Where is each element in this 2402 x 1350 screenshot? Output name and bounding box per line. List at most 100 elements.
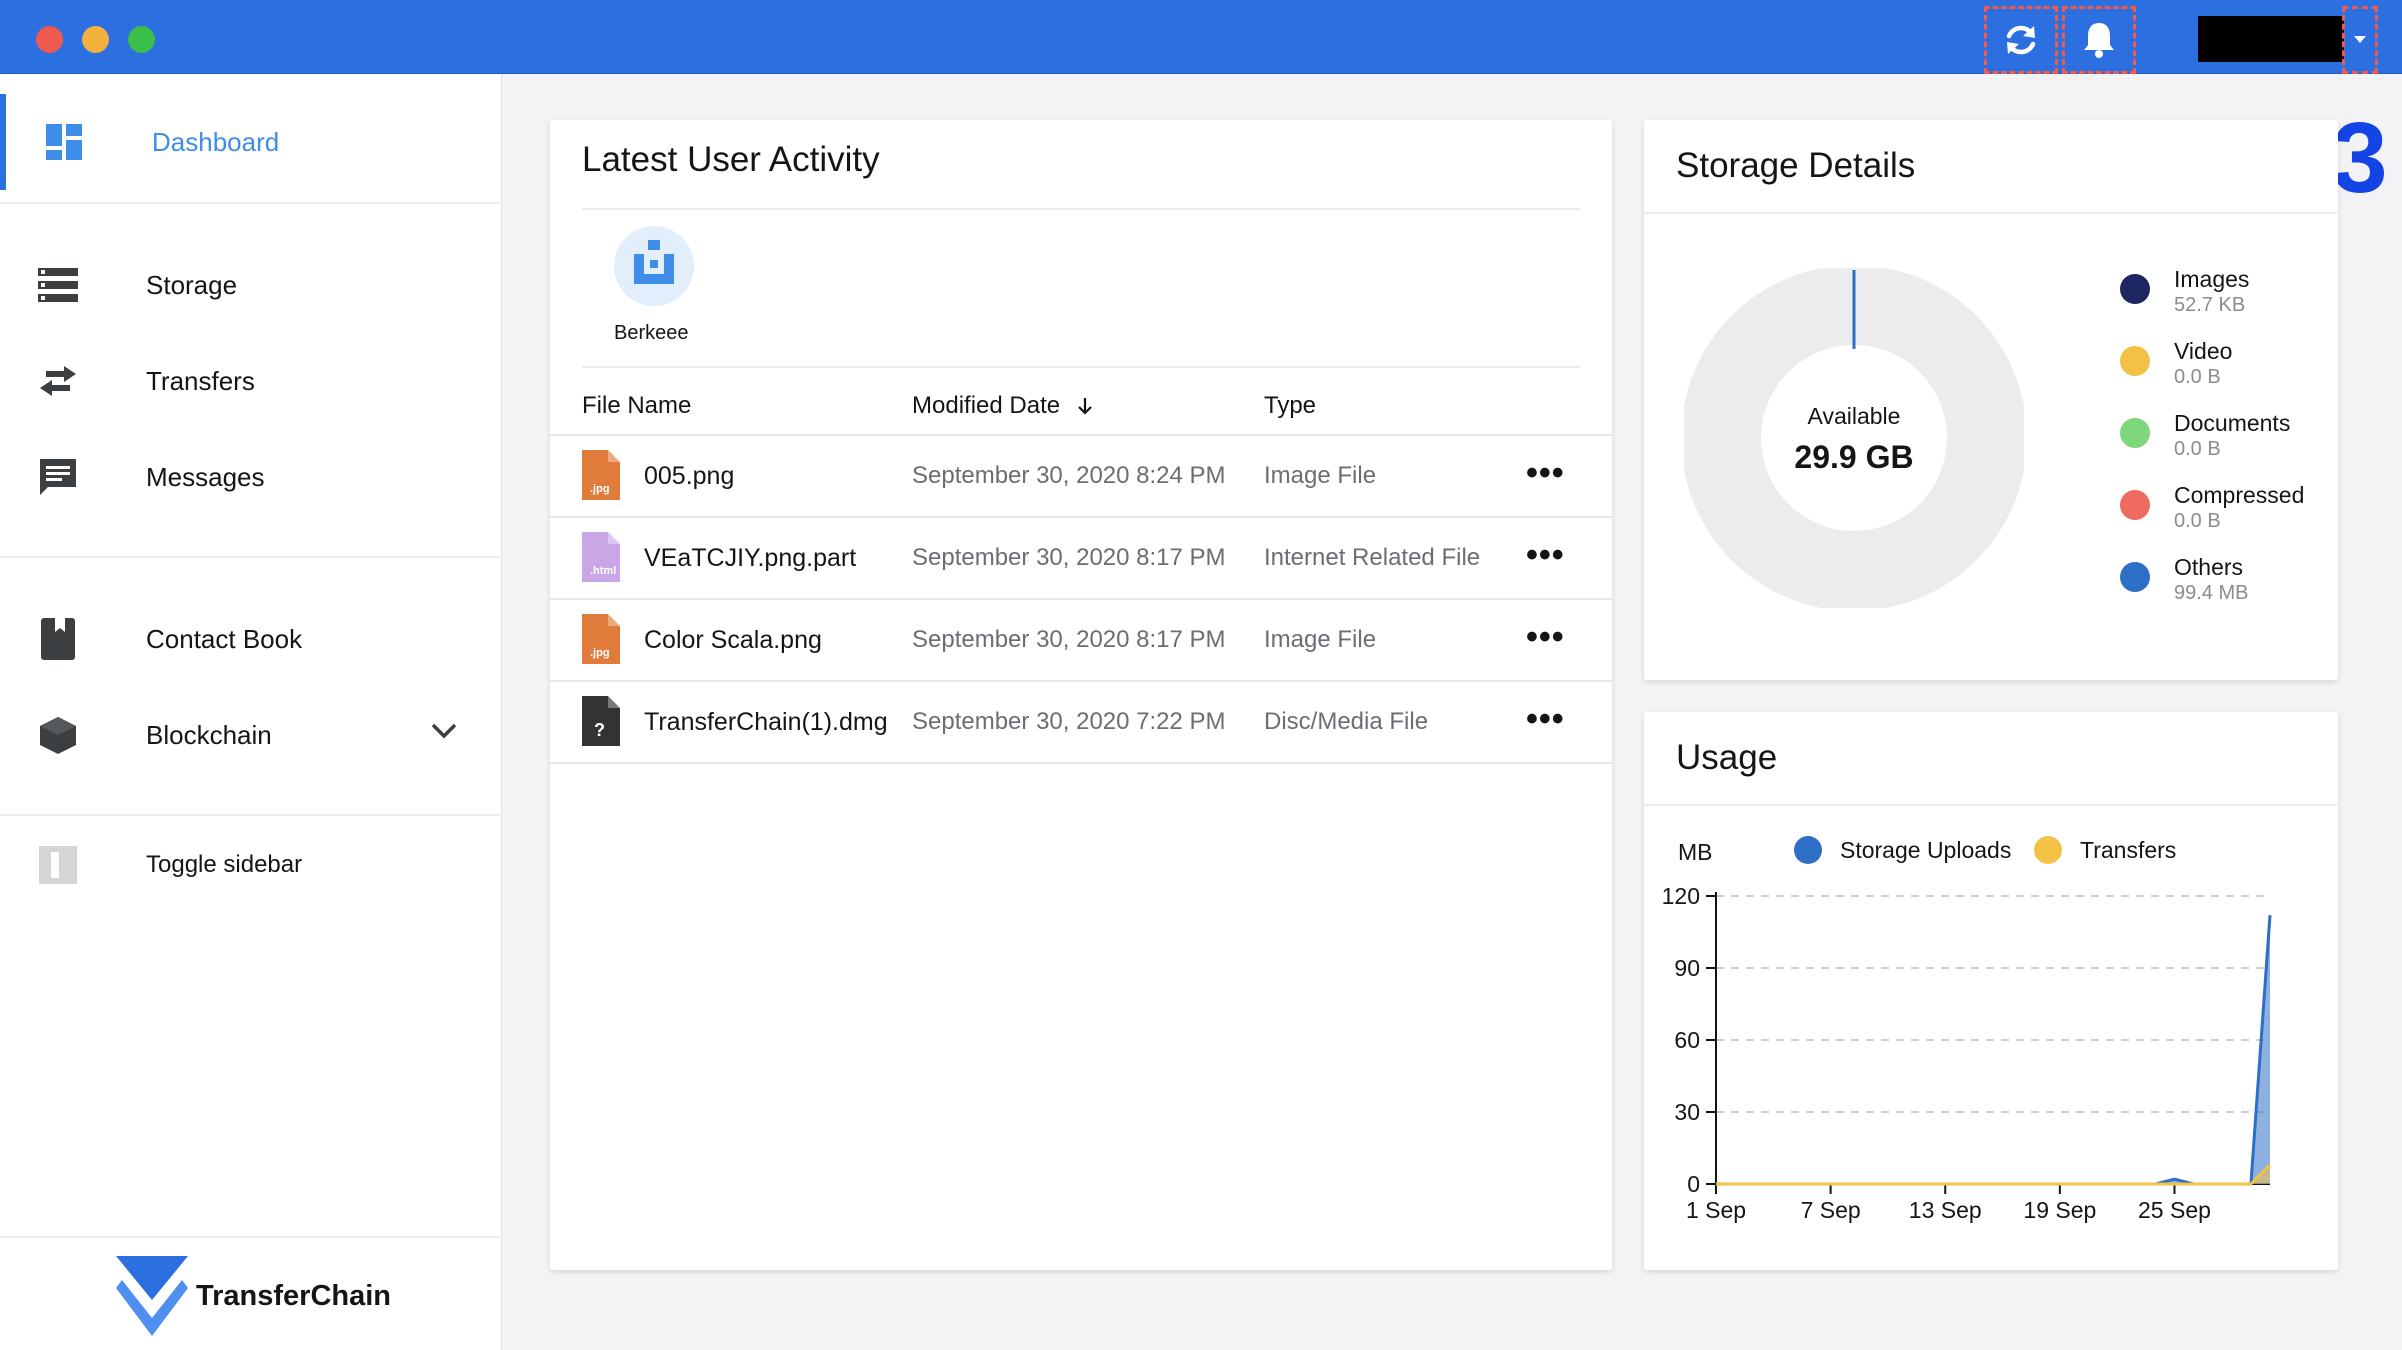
chevron-down-icon[interactable]: [430, 722, 458, 745]
legend-series-name: Storage Uploads: [1840, 837, 2011, 863]
y-axis-label: MB: [1678, 839, 1713, 865]
legend-value: 99.4 MB: [2174, 582, 2249, 604]
file-icon: ?: [582, 696, 620, 746]
brand-logo: TransferChain: [114, 1254, 391, 1338]
blockchain-icon: [36, 713, 80, 757]
sidebar-item-blockchain[interactable]: Blockchain: [0, 690, 500, 780]
legend-dot: [2120, 418, 2150, 448]
title-bar: [0, 0, 2402, 74]
sidebar-item-label: Messages: [146, 461, 265, 492]
divider: [0, 1236, 500, 1238]
column-header-file-name[interactable]: File Name: [582, 392, 691, 420]
divider: [1644, 804, 2338, 806]
avatar[interactable]: [614, 226, 694, 306]
x-tick-label: 7 Sep: [1801, 1197, 1861, 1223]
user-menu-dropdown[interactable]: [2342, 6, 2378, 74]
file-type: Image File: [1264, 626, 1377, 653]
sidebar: Dashboard Storage Transfers Messages Con…: [0, 74, 502, 1350]
x-tick-label: 1 Sep: [1686, 1197, 1746, 1223]
arrow-down-icon: [1077, 398, 1092, 415]
sidebar-item-contact-book[interactable]: Contact Book: [0, 594, 500, 684]
table-row[interactable]: .jpg Color Scala.png September 30, 2020 8:…: [550, 600, 1612, 682]
user-name-redacted[interactable]: [2198, 16, 2344, 62]
toggle-sidebar-icon: [36, 843, 80, 887]
sidebar-item-label: Storage: [146, 269, 238, 300]
maximize-window-button[interactable]: [128, 26, 155, 53]
more-options-button[interactable]: •••: [1526, 536, 1565, 575]
series-area: [1716, 915, 2270, 1184]
messages-icon: [36, 455, 80, 499]
sidebar-item-label: Blockchain: [146, 719, 272, 750]
x-tick-label: 19 Sep: [2023, 1197, 2096, 1223]
file-ext: .html: [590, 565, 616, 577]
donut-center-label: Available: [1808, 403, 1901, 429]
legend-name: Compressed: [2174, 482, 2305, 508]
close-window-button[interactable]: [36, 26, 63, 53]
y-tick-label: 90: [1674, 955, 1700, 981]
divider: [1644, 212, 2338, 214]
sidebar-item-dashboard[interactable]: Dashboard: [0, 94, 500, 190]
sidebar-item-label: Toggle sidebar: [146, 851, 303, 878]
y-tick-label: 120: [1662, 883, 1700, 909]
user-avatar-icon: [634, 240, 674, 284]
legend-name: Images: [2174, 266, 2250, 292]
more-options-button[interactable]: •••: [1526, 700, 1565, 739]
y-tick-label: 60: [1674, 1027, 1700, 1053]
sidebar-item-label: Transfers: [146, 365, 255, 396]
bell-icon: [2084, 23, 2114, 58]
file-name[interactable]: 005.png: [644, 462, 734, 491]
legend-dot: [2120, 346, 2150, 376]
file-ext: ?: [594, 720, 605, 740]
minimize-window-button[interactable]: [82, 26, 109, 53]
sidebar-item-toggle-sidebar[interactable]: Toggle sidebar: [0, 820, 500, 910]
transfers-icon: [36, 359, 80, 403]
file-modified-date: September 30, 2020 8:24 PM: [912, 462, 1226, 489]
table-row[interactable]: ? TransferChain(1).dmg September 30, 2020 …: [550, 682, 1612, 764]
usage-title: Usage: [1676, 738, 1778, 777]
file-type: Disc/Media File: [1264, 708, 1429, 735]
file-name[interactable]: Color Scala.png: [644, 626, 822, 655]
legend-name: Video: [2174, 338, 2233, 364]
file-name[interactable]: VEaTCJIY.png.part: [644, 544, 856, 573]
legend-dot: [2120, 490, 2150, 520]
refresh-icon: [2006, 25, 2036, 55]
file-type: Image File: [1264, 462, 1377, 489]
brand-name: TransferChain: [196, 1279, 391, 1312]
sidebar-item-messages[interactable]: Messages: [0, 432, 500, 522]
file-name[interactable]: TransferChain(1).dmg: [644, 708, 888, 737]
dashboard-icon: [42, 120, 86, 164]
table-row[interactable]: .html VEaTCJIY.png.part September 30, 2020…: [550, 518, 1612, 600]
x-tick-label: 25 Sep: [2138, 1197, 2211, 1223]
x-tick-label: 13 Sep: [1909, 1197, 1982, 1223]
legend-series-name: Transfers: [2080, 837, 2176, 863]
legend-dot: [2120, 562, 2150, 592]
divider: [0, 814, 500, 816]
file-modified-date: September 30, 2020 8:17 PM: [912, 626, 1226, 653]
storage-details-title: Storage Details: [1676, 146, 1916, 185]
legend-marker: [2034, 836, 2062, 864]
file-icon: .jpg: [582, 614, 620, 664]
sidebar-item-transfers[interactable]: Transfers: [0, 336, 500, 426]
sidebar-item-storage[interactable]: Storage: [0, 240, 500, 330]
chevron-down-icon: [2354, 36, 2366, 43]
file-icon: .html: [582, 532, 620, 582]
more-options-button[interactable]: •••: [1526, 454, 1565, 493]
file-ext: .jpg: [590, 647, 610, 659]
refresh-button[interactable]: [1984, 6, 2058, 74]
file-type: Internet Related File: [1264, 544, 1481, 571]
legend-value: 0.0 B: [2174, 510, 2221, 532]
y-tick-label: 30: [1674, 1099, 1700, 1125]
file-modified-date: September 30, 2020 8:17 PM: [912, 544, 1226, 571]
table-row[interactable]: .jpg 005.png September 30, 2020 8:24 PM Ima…: [550, 436, 1612, 518]
annotation-3: 3: [2332, 102, 2388, 214]
notifications-button[interactable]: [2062, 6, 2136, 74]
file-modified-date: September 30, 2020 7:22 PM: [912, 708, 1226, 735]
more-options-button[interactable]: •••: [1526, 618, 1565, 657]
column-header-modified-date[interactable]: Modified Date: [912, 392, 1095, 420]
legend-name: Others: [2174, 554, 2244, 580]
storage-donut-chart: Available 29.9 GB: [1684, 268, 2024, 608]
y-tick-label: 0: [1687, 1171, 1700, 1197]
transferchain-logo-icon: [116, 1256, 188, 1336]
legend-value: 0.0 B: [2174, 438, 2221, 460]
column-header-type[interactable]: Type: [1264, 392, 1316, 420]
